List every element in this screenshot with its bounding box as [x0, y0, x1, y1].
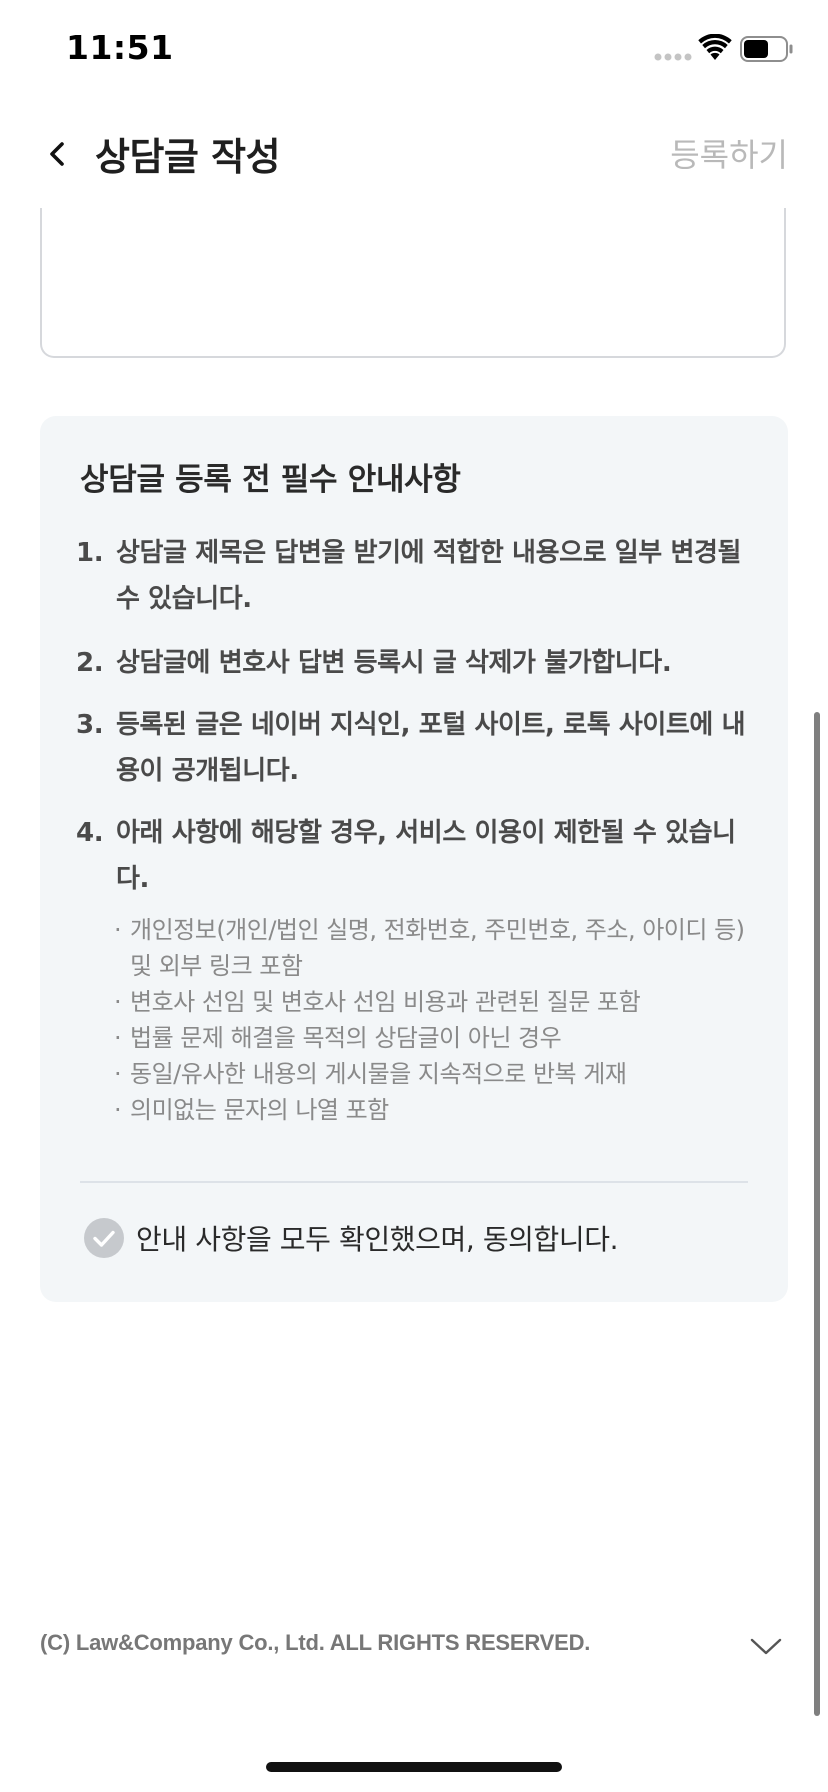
page-title: 상담글 작성: [95, 135, 281, 179]
chevron-down-icon[interactable]: [746, 1630, 786, 1664]
notice-card: 상담글 등록 전 필수 안내사항 1. 상담글 제목은 답변을 받기에 적합한 …: [40, 416, 788, 1302]
back-button[interactable]: [34, 130, 82, 178]
footer-copyright: (C) Law&Company Co., Ltd. ALL RIGHTS RES…: [40, 1630, 591, 1655]
notice-item-number: 2.: [76, 648, 104, 678]
status-bar: 11:51: [0, 0, 828, 100]
battery-icon: [740, 36, 793, 62]
notice-item: 3. 등록된 글은 네이버 지식인, 포털 사이트, 로톡 사이트에 내용이 공…: [76, 702, 756, 794]
notice-title: 상담글 등록 전 필수 안내사항: [80, 462, 461, 498]
check-circle-icon: [84, 1218, 124, 1258]
submit-button[interactable]: 등록하기: [670, 130, 788, 176]
wifi-icon: [698, 34, 732, 60]
notice-item-number: 1.: [76, 538, 104, 568]
restriction-item: 법률 문제 해결을 목적의 상담글이 아닌 경우: [114, 1020, 766, 1056]
notice-item-text: 상담글 제목은 답변을 받기에 적합한 내용으로 일부 변경될 수 있습니다.: [116, 538, 742, 614]
notice-item-text: 아래 사항에 해당할 경우, 서비스 이용이 제한될 수 있습니다.: [116, 818, 736, 894]
notice-item-number: 4.: [76, 818, 104, 848]
restriction-item: 동일/유사한 내용의 게시물을 지속적으로 반복 게재: [114, 1056, 766, 1092]
cellular-signal-icon: [654, 53, 692, 61]
notice-item-number: 3.: [76, 710, 104, 740]
home-indicator[interactable]: [266, 1762, 562, 1772]
scrollbar[interactable]: [814, 712, 820, 1716]
agree-label: 안내 사항을 모두 확인했으며, 동의합니다.: [136, 1223, 619, 1256]
restriction-item: 개인정보(개인/법인 실명, 전화번호, 주민번호, 주소, 아이디 등) 및 …: [114, 912, 766, 984]
notice-item-text: 상담글에 변호사 답변 등록시 글 삭제가 불가합니다.: [116, 648, 672, 678]
notice-item: 1. 상담글 제목은 답변을 받기에 적합한 내용으로 일부 변경될 수 있습니…: [76, 530, 756, 622]
notice-item: 2. 상담글에 변호사 답변 등록시 글 삭제가 불가합니다.: [76, 640, 756, 686]
nav-bar: 상담글 작성 등록하기: [0, 100, 828, 208]
restriction-item: 변호사 선임 및 변호사 선임 비용과 관련된 질문 포함: [114, 984, 766, 1020]
divider: [80, 1181, 748, 1183]
chevron-left-icon: [50, 142, 64, 166]
notice-item-text: 등록된 글은 네이버 지식인, 포털 사이트, 로톡 사이트에 내용이 공개됩니…: [116, 710, 746, 786]
restriction-list: 개인정보(개인/법인 실명, 전화번호, 주민번호, 주소, 아이디 등) 및 …: [114, 912, 766, 1128]
status-time: 11:51: [66, 28, 174, 67]
restriction-item: 의미없는 문자의 나열 포함: [114, 1092, 766, 1128]
notice-item: 4. 아래 사항에 해당할 경우, 서비스 이용이 제한될 수 있습니다.: [76, 810, 756, 902]
